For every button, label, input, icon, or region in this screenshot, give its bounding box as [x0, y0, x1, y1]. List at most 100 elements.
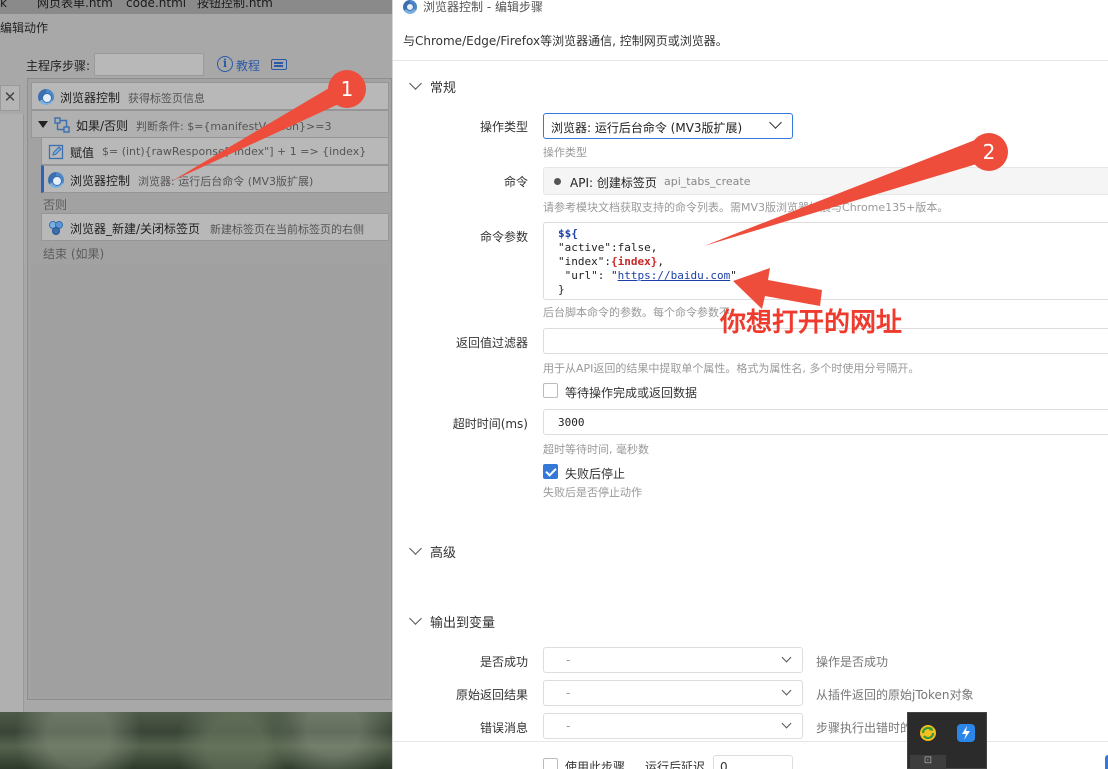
section-title: 输出到变量 — [430, 616, 496, 631]
tab[interactable]: k — [0, 0, 7, 9]
command-label: 命令 — [503, 175, 528, 189]
step-item[interactable]: 赋值 $= (int){rawResponse["index"] + 1 => … — [41, 137, 389, 165]
code-token: , — [657, 255, 664, 268]
op-type-hint: 操作类型 — [543, 146, 587, 159]
empty-area — [31, 264, 389, 696]
timeout-hint: 超时等待时间, 毫秒数 — [543, 443, 649, 456]
timeout-input[interactable]: 3000 — [543, 409, 1108, 435]
tab[interactable]: code.html — [126, 0, 186, 9]
desktop-wallpaper — [0, 712, 392, 769]
step-list: 浏览器控制 获得标签页信息 如果/否则 判断条件: $={manifestVer… — [27, 78, 392, 700]
stop-on-fail-hint: 失败后是否停止动作 — [543, 486, 642, 499]
tray-slot[interactable]: ⊡ — [910, 755, 946, 769]
annotation-badge-2: 2 — [970, 133, 1008, 171]
code-token: } — [558, 283, 565, 296]
stop-on-fail-label: 失败后停止 — [565, 467, 626, 481]
dialog-title: 浏览器控制 - 编辑步骤 — [423, 0, 543, 14]
lightning-app-icon[interactable] — [956, 723, 976, 743]
timeout-label: 超时时间(ms) — [452, 417, 528, 431]
op-type-label: 操作类型 — [479, 120, 528, 134]
section-title: 高级 — [430, 546, 457, 561]
chevron-down-icon — [781, 685, 792, 696]
code-token: $${ — [558, 227, 578, 240]
delay-value: 0 — [720, 760, 728, 769]
params-hint: 后台脚本命令的参数。每个命令参数不 — [543, 306, 730, 319]
step-name: 浏览器_新建/关闭标签页 — [70, 222, 201, 236]
output-success-select[interactable]: - — [543, 647, 803, 673]
chevron-down-icon — [781, 652, 792, 663]
op-type-value: 浏览器: 运行后台命令 (MV3版扩展) — [551, 121, 743, 135]
system-tray-popup: ⊡ — [907, 712, 987, 769]
step-desc: $= (int){rawResponse["index"] + 1 => {in… — [102, 145, 367, 158]
output-error-select[interactable]: - — [543, 713, 803, 739]
chevron-down-icon — [409, 542, 422, 555]
keyboard-icon[interactable] — [271, 59, 287, 70]
tab[interactable]: 按钮控制.htm — [197, 0, 273, 9]
op-type-select[interactable]: 浏览器: 运行后台命令 (MV3版扩展) — [543, 113, 793, 139]
select-value: - — [566, 653, 571, 667]
timeout-value: 3000 — [558, 416, 585, 429]
params-code: $${ "active":false, "index":{index}, "ur… — [558, 227, 737, 297]
chevron-down-icon — [769, 116, 782, 129]
step-item-selected[interactable]: 浏览器控制 浏览器: 运行后台命令 (MV3版扩展) — [41, 165, 389, 193]
divider — [393, 741, 1108, 742]
wait-label: 等待操作完成或返回数据 — [565, 386, 698, 400]
chrome-icon — [403, 0, 417, 14]
stop-on-fail-checkbox[interactable] — [543, 464, 558, 479]
code-token: " — [730, 269, 737, 282]
step-item[interactable]: 浏览器_新建/关闭标签页 新建标签页在当前标签页的右侧 — [41, 213, 389, 241]
params-editor[interactable]: $${ "active":false, "index":{index}, "ur… — [543, 222, 1108, 300]
command-name: API: 创建标签页 — [570, 176, 657, 190]
output-hint: 步骤执行出错时的 — [816, 721, 913, 735]
sync-app-icon[interactable] — [918, 723, 938, 743]
background-window: k 网页表单.htm code.html 按钮控制.htm 编辑动作 主程序步骤… — [0, 0, 392, 769]
wait-checkbox[interactable] — [543, 383, 558, 398]
info-icon[interactable]: i — [217, 56, 233, 72]
use-step-checkbox[interactable] — [543, 758, 558, 769]
use-step-label: 使用此步骤 — [565, 760, 626, 769]
step-name: 赋值 — [70, 146, 95, 160]
delay-input[interactable]: 0 — [713, 755, 793, 769]
command-hint: 请参考模块文档获取支持的命令列表。需MV3版浏览器扩展与Chrome135+版本… — [543, 201, 949, 214]
output-hint: 操作是否成功 — [816, 655, 889, 669]
branch-icon — [54, 117, 70, 133]
tab[interactable]: 网页表单.htm — [37, 0, 113, 9]
filter-hint: 用于从API返回的结果中提取单个属性。格式为属性名, 多个时使用分号隔开。 — [543, 362, 920, 375]
background-tab-bar: k 网页表单.htm code.html 按钮控制.htm — [0, 0, 392, 14]
chevron-down-icon — [409, 77, 422, 90]
code-token: "active":false, — [558, 241, 658, 254]
delay-label: 运行后延迟 — [645, 760, 706, 769]
step-desc: 获得标签页信息 — [128, 92, 205, 105]
step-desc: 新建标签页在当前标签页的右侧 — [210, 223, 364, 236]
annotation-badge-1: 1 — [328, 70, 366, 108]
code-token: "index": — [558, 255, 611, 268]
tabs-icon — [49, 221, 63, 235]
command-selector[interactable]: API: 创建标签页 api_tabs_create — [543, 167, 1108, 195]
main-step-input[interactable] — [94, 53, 204, 76]
close-button[interactable]: ✕ — [0, 85, 20, 111]
annotation-note: 你想打开的网址 — [720, 308, 903, 338]
output-hint: 从插件返回的原始jToken对象 — [816, 688, 974, 702]
chrome-icon — [38, 89, 54, 105]
select-value: - — [566, 719, 571, 733]
command-code: api_tabs_create — [664, 175, 751, 188]
chevron-down-icon — [409, 612, 422, 625]
step-desc: 浏览器: 运行后台命令 (MV3版扩展) — [138, 175, 314, 188]
output-raw-select[interactable]: - — [543, 680, 803, 706]
collapse-triangle-icon[interactable] — [38, 121, 48, 128]
select-value: - — [566, 686, 571, 700]
tutorial-link[interactable]: 教程 — [236, 57, 260, 74]
step-desc: 判断条件: $={manifestVersion}>=3 — [136, 120, 332, 133]
else-label: 否则 — [43, 198, 68, 212]
params-label: 命令参数 — [479, 230, 528, 244]
step-name: 如果/否则 — [76, 119, 129, 133]
chevron-down-icon — [781, 718, 792, 729]
filter-label: 返回值过滤器 — [455, 336, 528, 350]
section-title: 常规 — [430, 81, 457, 96]
step-item-if[interactable]: 如果/否则 判断条件: $={manifestVersion}>=3 — [31, 110, 389, 138]
edit-icon — [48, 144, 64, 160]
window-title: 编辑动作 — [0, 21, 49, 35]
dialog-description: 与Chrome/Edge/Firefox等浏览器通信, 控制网页或浏览器。 — [403, 34, 728, 48]
edit-step-dialog: 浏览器控制 - 编辑步骤 与Chrome/Edge/Firefox等浏览器通信,… — [392, 0, 1108, 769]
code-url[interactable]: https://baidu.com — [618, 269, 731, 282]
